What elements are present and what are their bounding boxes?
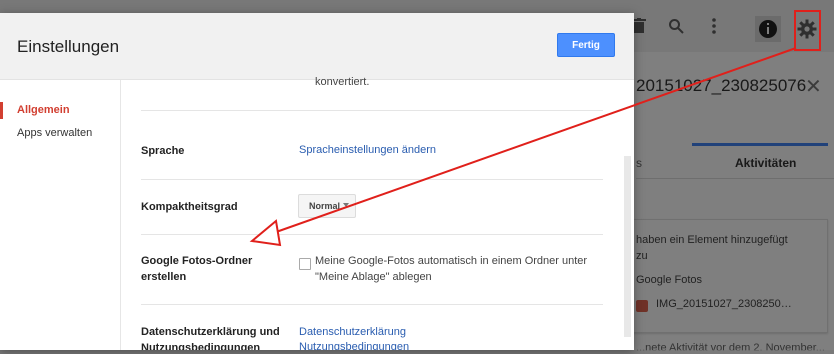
annotation-overlay <box>249 10 821 247</box>
annotation-arrowhead <box>249 219 282 247</box>
annotation-arrow-line <box>261 47 797 238</box>
highlight-box <box>794 10 821 51</box>
